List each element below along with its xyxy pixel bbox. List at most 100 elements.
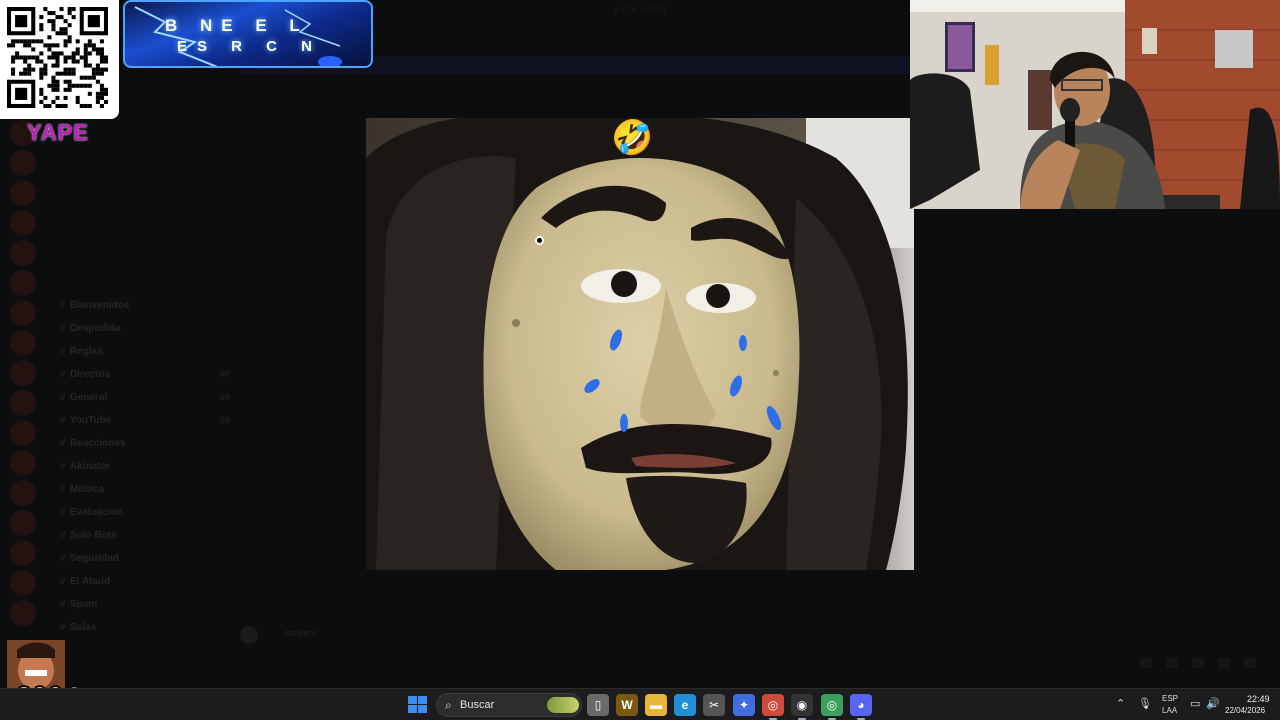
- dim-channel-label: Seguridad: [70, 553, 119, 564]
- chrome-profile-icon[interactable]: ◎: [821, 694, 843, 720]
- banner-line-2: ES R C N: [177, 38, 323, 55]
- dim-channel-label: Directos: [70, 369, 111, 380]
- dim-channel-label: Música: [70, 484, 104, 495]
- dim-server-icon: [10, 480, 36, 506]
- hash-icon: #: [60, 415, 66, 426]
- dim-channel-item: # El Ataúd: [60, 576, 110, 590]
- dim-tool-icon: [1140, 658, 1152, 668]
- copilot-icon[interactable]: ✦: [733, 694, 755, 716]
- dim-channel-item: # Reglas: [60, 346, 103, 360]
- dim-server-icon: [10, 450, 36, 476]
- folder-icon[interactable]: ▬: [645, 694, 667, 716]
- dim-channel-item: # Bienvenidos: [60, 300, 129, 314]
- hash-icon: #: [60, 392, 66, 403]
- capture-icon[interactable]: ✂: [703, 694, 725, 716]
- start-button[interactable]: [408, 696, 428, 714]
- dim-server-icon: [10, 570, 36, 596]
- hash-icon: #: [60, 461, 66, 472]
- webcam-feed: [910, 0, 1280, 209]
- chevron-up-icon[interactable]: ⌃: [1116, 697, 1125, 710]
- dim-channel-item: # Akinator: [60, 461, 111, 475]
- qr-code-icon: [7, 7, 108, 108]
- hash-icon: #: [60, 576, 66, 587]
- hash-icon: #: [60, 438, 66, 449]
- clock-time[interactable]: 22:49: [1247, 694, 1270, 704]
- dim-server-icon: [10, 150, 36, 176]
- reaction-image: 🤣: [366, 118, 914, 570]
- dim-tool-icon: [1166, 658, 1178, 668]
- hash-icon: #: [60, 530, 66, 541]
- dim-channel-item: # Solo Bots: [60, 530, 117, 544]
- dim-channel-label: Despedida: [70, 323, 121, 334]
- dim-channel-item: # Spam: [60, 599, 97, 613]
- dim-server-icon: [10, 390, 36, 416]
- dim-channel-item: # Salas: [60, 622, 96, 636]
- banner-line-1: B NE E L: [165, 16, 309, 35]
- dim-server-icon: [10, 540, 36, 566]
- clock-date[interactable]: 22/04/2026: [1225, 706, 1265, 715]
- hash-icon: #: [60, 323, 66, 334]
- channel-banner: B NE E L ES R C N: [123, 0, 373, 68]
- hash-icon: #: [60, 346, 66, 357]
- discord-icon[interactable]: ◕: [850, 694, 872, 720]
- dim-channel-label: El Ataúd: [70, 576, 111, 587]
- taskbar: ⌕ Buscar ▯ W ▬ e ✂ ✦ ◎ ◉ ◎ ◕ ⌃ 🎙 ESP LAA ▭ 🔊 22:4…: [0, 688, 1280, 720]
- dim-server-icon: [10, 420, 36, 446]
- dim-channel-item: # Música: [60, 484, 104, 498]
- keyboard-layout[interactable]: LAA: [1162, 706, 1177, 715]
- dim-channel-item: # Evaluación: [60, 507, 123, 521]
- hash-icon: #: [60, 553, 66, 564]
- laughing-emoji: 🤣: [611, 119, 654, 157]
- dim-tool-icon: [1192, 658, 1204, 668]
- dim-server-icon: [10, 510, 36, 536]
- dim-channel-count: 00: [220, 392, 231, 402]
- dim-channel-item: # General 00: [60, 392, 230, 406]
- microphone-icon[interactable]: 🎙: [1138, 697, 1152, 710]
- network-icon[interactable]: ▭: [1190, 697, 1200, 710]
- streamer-avatar: [7, 640, 65, 688]
- hash-icon: #: [60, 300, 66, 311]
- hash-icon: #: [60, 599, 66, 610]
- search-placeholder: Buscar: [460, 699, 495, 711]
- windows-logo-icon: [408, 696, 417, 704]
- dim-channel-count: 00: [220, 369, 231, 379]
- file-explorer-icon[interactable]: ▯: [587, 694, 609, 716]
- windows-logo-icon: [418, 696, 427, 704]
- system-tray: ⌃ 🎙 ESP LAA ▭ 🔊 22:49 22/04/2026: [1110, 689, 1280, 720]
- volume-icon[interactable]: 🔊: [1206, 697, 1220, 710]
- dim-composer-user: andvero: [284, 628, 317, 638]
- obs-icon[interactable]: ◉: [791, 694, 813, 720]
- dim-channel-label: Evaluación: [70, 507, 123, 518]
- dim-channel-label: Spam: [70, 599, 98, 610]
- windows-logo-icon: [418, 705, 427, 713]
- windows-logo-icon: [408, 705, 417, 713]
- hash-icon: #: [60, 622, 66, 633]
- avatar-face: [7, 640, 65, 688]
- dim-channel-item: # Seguridad: [60, 553, 119, 567]
- edge-icon[interactable]: e: [674, 694, 696, 716]
- language-code[interactable]: ESP: [1162, 694, 1178, 703]
- dim-server-icon: [10, 270, 36, 296]
- chrome-icon[interactable]: ◎: [762, 694, 784, 720]
- taskbar-search[interactable]: ⌕ Buscar: [436, 693, 582, 717]
- dim-tool-icon: [1244, 658, 1256, 668]
- webcam-scene: [910, 0, 1280, 209]
- dim-channel-item: # YouTube 00: [60, 415, 230, 429]
- wow-icon[interactable]: W: [616, 694, 638, 716]
- dim-server-icon: [10, 360, 36, 386]
- dim-channel-label: Bienvenidos: [70, 300, 130, 311]
- dim-channel-label: Akinator: [70, 461, 111, 472]
- dim-channel-label: General: [70, 392, 108, 403]
- dim-channel-label: Solo Bots: [70, 530, 117, 541]
- mouse-cursor: [535, 236, 544, 245]
- dim-channel-item: # Directos 00: [60, 369, 230, 383]
- dim-avatar: [240, 626, 258, 644]
- dim-tool-icon: [1218, 658, 1230, 668]
- hash-icon: #: [60, 507, 66, 518]
- dim-server-icon: [10, 300, 36, 326]
- dim-channel-label: Reacciones: [70, 438, 126, 449]
- dim-composer: andvero: [240, 620, 1280, 648]
- dim-server-icon: [10, 600, 36, 626]
- dim-channel-label: YouTube: [70, 415, 112, 426]
- dim-toolbar: [1140, 655, 1270, 669]
